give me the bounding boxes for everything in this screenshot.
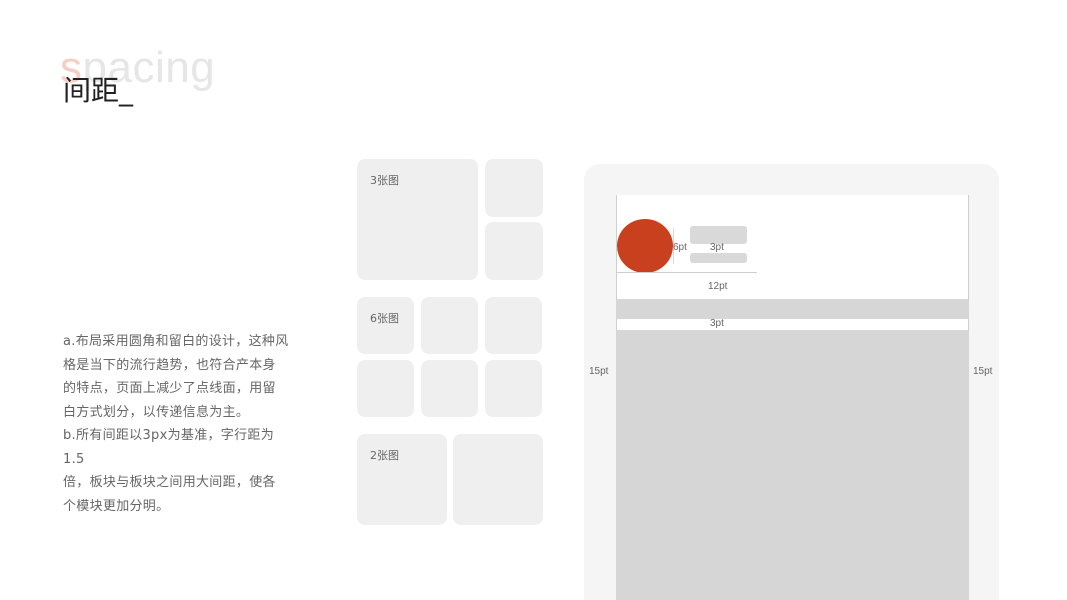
description-line: 白方式划分，以传递信息为主。 — [63, 404, 250, 420]
description-line: 倍，板块与板块之间用大间距，使各 — [63, 475, 276, 490]
measure-12pt: 12pt — [708, 281, 728, 292]
measure-15pt-left: 15pt — [589, 366, 609, 377]
description-line: 格是当下的流行趋势，也符合产本身 — [63, 357, 276, 373]
grid6-tile: 6张图 — [357, 297, 414, 354]
measure-3pt-mid: 3pt — [710, 318, 724, 329]
grid6-label: 6张图 — [370, 312, 399, 325]
grid6-tile — [485, 297, 542, 354]
description-line: 个模块更加分明。 — [63, 498, 170, 514]
grid2-tile: 2张图 — [357, 434, 447, 525]
page: spacing 间距_ a.布局采用圆角和留白的设计，这种风 格是当下的流行趋势… — [0, 0, 1067, 600]
section-bar — [616, 299, 969, 319]
grid6-tile — [421, 297, 478, 354]
grid6-tile — [357, 360, 414, 417]
measure-3pt-top: 3pt — [710, 242, 724, 253]
grid2-tile — [453, 434, 543, 525]
grid2-label: 2张图 — [370, 449, 399, 462]
grid6-tile — [421, 360, 478, 417]
avatar — [617, 219, 673, 273]
description-line: b.所有间距以3px为基准，字行距为1.5 — [63, 428, 275, 467]
description-line: 的特点，页面上减少了点线面，用留 — [63, 381, 276, 396]
measure-15pt-right: 15pt — [973, 366, 993, 377]
content-block — [616, 330, 969, 600]
description-line: a.布局采用圆角和留白的设计，这种风 — [63, 334, 289, 349]
text-bar-bottom — [690, 253, 747, 263]
grid3-tile-small — [485, 222, 543, 280]
grid3-label: 3张图 — [370, 174, 399, 187]
grid3-tile-large: 3张图 — [357, 159, 478, 280]
guide-row-bottom — [617, 272, 757, 273]
description: a.布局采用圆角和留白的设计，这种风 格是当下的流行趋势，也符合产本身 的特点，… — [63, 330, 295, 518]
measure-6pt: 6pt — [673, 242, 687, 253]
page-title: 间距_ — [63, 74, 134, 107]
grid6-tile — [485, 360, 542, 417]
grid3-tile-small — [485, 159, 543, 217]
